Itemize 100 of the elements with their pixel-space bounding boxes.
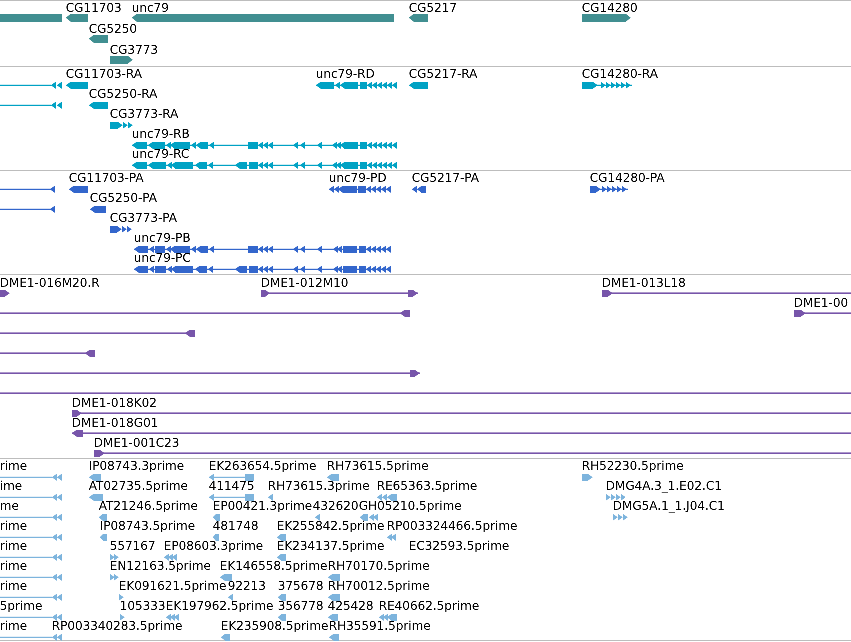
protein-glyph[interactable] [134, 266, 391, 273]
clone-glyph[interactable] [0, 290, 10, 297]
transcript-glyph[interactable] [409, 82, 428, 89]
est-glyph[interactable] [119, 594, 124, 601]
est-glyph[interactable] [277, 534, 286, 541]
est-glyph[interactable] [582, 474, 593, 481]
est-glyph[interactable] [328, 614, 338, 621]
clone-glyph[interactable] [0, 330, 195, 337]
est-glyph[interactable] [213, 534, 219, 541]
est-glyph[interactable] [166, 614, 179, 621]
gene-glyph[interactable] [89, 35, 108, 43]
est-glyph[interactable] [0, 514, 63, 521]
feature-label: unc79-RD [316, 67, 375, 81]
est-glyph[interactable] [606, 494, 625, 501]
gene-glyph[interactable] [66, 14, 88, 22]
feature-label: CG11703 [66, 1, 122, 15]
feature-label: EP00421.3prime [213, 499, 312, 513]
est-glyph[interactable] [268, 494, 273, 501]
est-glyph[interactable] [0, 634, 63, 641]
est-glyph[interactable] [0, 494, 63, 501]
clone-glyph[interactable] [0, 310, 410, 317]
est-glyph[interactable] [613, 514, 628, 521]
transcript-glyph[interactable] [132, 162, 397, 169]
feature-label: RH70170.5prime [328, 559, 430, 573]
est-glyph[interactable] [278, 594, 286, 601]
clone-glyph[interactable] [94, 450, 851, 457]
transcript-glyph[interactable] [132, 142, 397, 149]
est-glyph[interactable] [221, 634, 230, 641]
est-glyph[interactable] [360, 514, 378, 521]
est-glyph[interactable] [99, 514, 107, 521]
est-glyph[interactable] [220, 574, 232, 581]
est-glyph[interactable] [213, 514, 220, 521]
feature-label: RP003340283.5prime [52, 619, 183, 633]
est-glyph[interactable] [328, 574, 340, 581]
clone-glyph[interactable] [72, 410, 851, 417]
est-glyph[interactable] [0, 594, 63, 601]
gene-glyph[interactable] [409, 14, 428, 22]
protein-glyph[interactable] [134, 246, 391, 253]
feature-label: me [0, 499, 20, 513]
gene-glyph[interactable] [110, 56, 133, 64]
clone-glyph[interactable] [794, 310, 851, 317]
est-glyph[interactable] [164, 554, 177, 561]
feature-label: ime [0, 479, 22, 493]
feature-label: unc79-PC [134, 251, 192, 265]
est-glyph[interactable] [0, 614, 63, 621]
est-glyph[interactable] [209, 474, 254, 481]
est-glyph[interactable] [277, 554, 286, 561]
feature-label: 356778 [278, 599, 324, 613]
gene-glyph[interactable] [582, 14, 631, 22]
est-glyph[interactable] [0, 474, 63, 481]
protein-glyph[interactable] [590, 186, 628, 193]
feature-label: EC32593.5prime [409, 539, 510, 553]
est-glyph[interactable] [329, 634, 339, 641]
feature-label: unc79-RB [132, 127, 190, 141]
feature-label: 375678 [278, 579, 324, 593]
feature-label: EK255842.5prime [277, 519, 385, 533]
est-glyph[interactable] [228, 594, 233, 601]
feature-label: DME1-018K02 [72, 396, 158, 410]
transcript-glyph[interactable] [110, 122, 133, 129]
est-glyph[interactable] [100, 534, 107, 541]
feature-label: GH05210.5prime [359, 499, 462, 513]
transcript-glyph[interactable] [316, 82, 397, 89]
est-glyph[interactable] [327, 474, 339, 481]
feature-label: 411475 [209, 479, 255, 493]
est-glyph[interactable] [120, 614, 125, 621]
clone-glyph[interactable] [72, 430, 851, 437]
est-glyph[interactable] [377, 494, 397, 501]
est-glyph[interactable] [209, 494, 254, 501]
transcript-glyph[interactable] [66, 82, 88, 89]
est-glyph[interactable] [328, 594, 340, 601]
est-glyph[interactable] [0, 534, 63, 541]
est-glyph[interactable] [89, 494, 103, 501]
protein-glyph[interactable] [69, 186, 88, 193]
est-glyph[interactable] [89, 474, 101, 481]
est-glyph[interactable] [315, 514, 320, 521]
transcript-glyph[interactable] [89, 102, 108, 109]
transcript-glyph[interactable] [0, 82, 62, 89]
feature-label: CG11703-RA [66, 67, 142, 81]
feature-label: CG5217-RA [409, 67, 478, 81]
transcript-glyph[interactable] [582, 82, 632, 89]
clone-glyph[interactable] [602, 290, 851, 297]
clone-glyph[interactable] [0, 370, 420, 377]
protein-glyph[interactable] [90, 206, 106, 213]
est-glyph[interactable] [387, 534, 396, 541]
est-glyph[interactable] [0, 554, 63, 561]
est-glyph[interactable] [110, 554, 119, 561]
clone-glyph[interactable] [261, 290, 418, 297]
est-glyph[interactable] [278, 614, 286, 621]
protein-glyph[interactable] [0, 186, 55, 193]
feature-label: CG5250-PA [90, 191, 158, 205]
est-glyph[interactable] [0, 574, 63, 581]
protein-glyph[interactable] [412, 186, 426, 193]
est-glyph[interactable] [110, 574, 119, 581]
est-glyph[interactable] [379, 614, 397, 621]
transcript-glyph[interactable] [0, 102, 62, 109]
protein-glyph[interactable] [0, 206, 55, 213]
clone-glyph[interactable] [0, 350, 95, 357]
protein-glyph[interactable] [329, 186, 391, 193]
protein-glyph[interactable] [110, 226, 132, 233]
clone-glyph[interactable] [0, 390, 851, 397]
